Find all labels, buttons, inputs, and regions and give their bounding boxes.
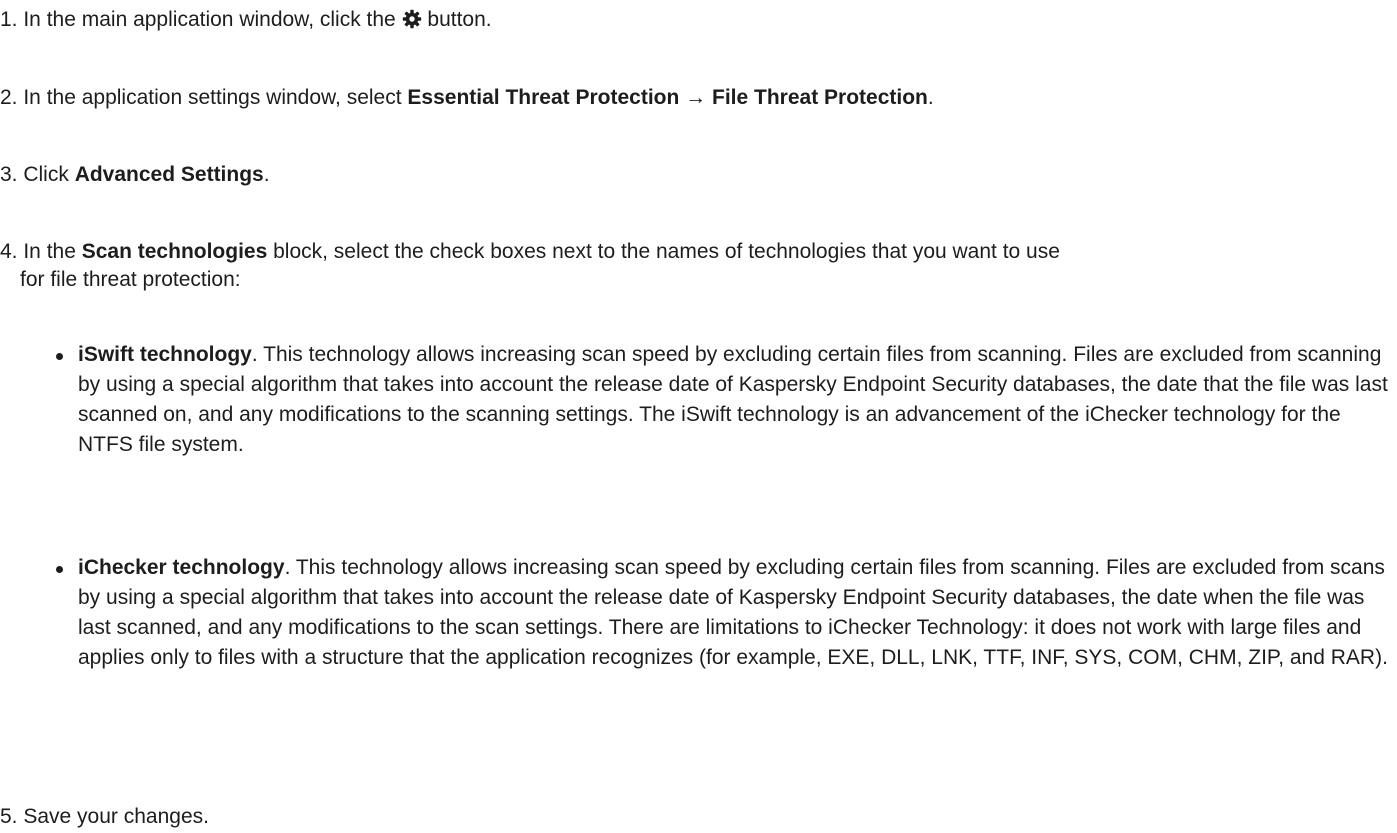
step-text: . — [927, 86, 934, 109]
step-text: In the — [17, 240, 82, 263]
bullet-icon — [56, 566, 63, 573]
file-threat-protection-label: File Threat Protection — [712, 86, 928, 109]
list-item-iswift: iSwift technology. This technology allow… — [56, 340, 1397, 460]
bullet-icon — [56, 353, 63, 360]
step-text: block, select the check boxes next to th… — [267, 240, 1060, 263]
step-text: Click — [17, 163, 75, 186]
step-3: 3. Click Advanced Settings. — [0, 161, 1393, 189]
arrow-separator: → — [679, 86, 712, 109]
step-number: 3. — [0, 163, 18, 186]
bullet-text: . This technology allows increasing scan… — [78, 343, 1388, 456]
step-text: Save your changes. — [17, 805, 209, 828]
step-text: . — [263, 163, 270, 186]
step-number: 4. — [0, 240, 18, 263]
advanced-settings-label: Advanced Settings — [74, 163, 264, 186]
step-text: In the application settings window, sele… — [17, 86, 408, 109]
ichecker-technology-label: iChecker technology — [78, 556, 285, 579]
step-5: 5. Save your changes. — [0, 803, 1393, 831]
step-4: 4. In the Scan technologies block, selec… — [0, 238, 1393, 294]
iswift-technology-label: iSwift technology — [78, 343, 252, 366]
scan-technologies-label: Scan technologies — [81, 240, 268, 263]
step-number: 5. — [0, 805, 18, 828]
gear-icon — [402, 9, 421, 29]
step-text-continuation: for file threat protection: — [20, 268, 241, 291]
essential-threat-protection-label: Essential Threat Protection — [407, 86, 680, 109]
step-2: 2. In the application settings window, s… — [0, 84, 1393, 112]
list-item-ichecker: iChecker technology. This technology all… — [56, 553, 1397, 673]
step-text: button. — [421, 8, 492, 31]
instructions-page: 1. In the main application window, click… — [0, 0, 1397, 833]
step-text: In the main application window, click th… — [17, 8, 402, 31]
step-number: 1. — [0, 8, 18, 31]
step-1: 1. In the main application window, click… — [0, 6, 1393, 34]
step-number: 2. — [0, 86, 18, 109]
